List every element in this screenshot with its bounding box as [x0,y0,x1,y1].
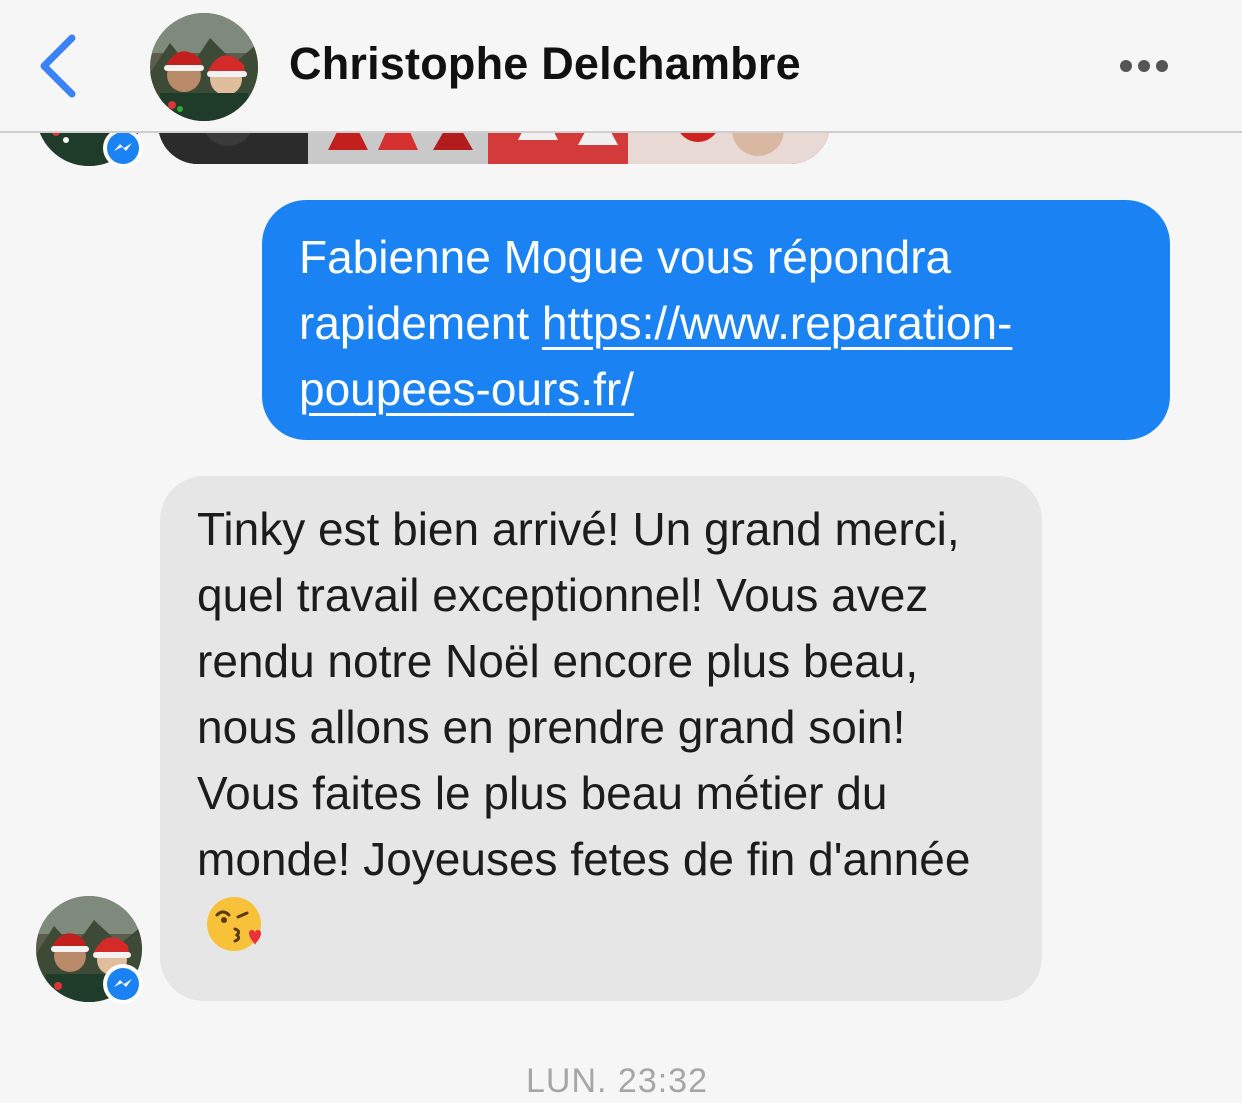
message-timestamp: LUN. 23:32 [526,1062,708,1100]
messenger-icon [107,968,139,1000]
messenger-icon [107,132,139,164]
contact-name[interactable]: Christophe Delchambre [289,38,801,90]
incoming-message-text: Tinky est bien arrivé! Un grand merci, q… [197,503,971,885]
outgoing-message-bubble[interactable]: Fabienne Mogue vous répondra rapidement … [262,200,1170,440]
conversation-header: Christophe Delchambre [0,0,1242,133]
incoming-message-bubble[interactable]: Tinky est bien arrivé! Un grand merci, q… [160,476,1042,1001]
back-button[interactable] [30,30,90,102]
chevron-left-icon [40,34,76,98]
face-blowing-kiss-icon [207,896,261,951]
contact-avatar[interactable] [150,13,258,121]
more-options-button[interactable] [1112,48,1176,84]
messenger-badge [103,128,143,168]
messenger-badge [103,964,143,1004]
more-horizontal-icon [1120,60,1168,72]
